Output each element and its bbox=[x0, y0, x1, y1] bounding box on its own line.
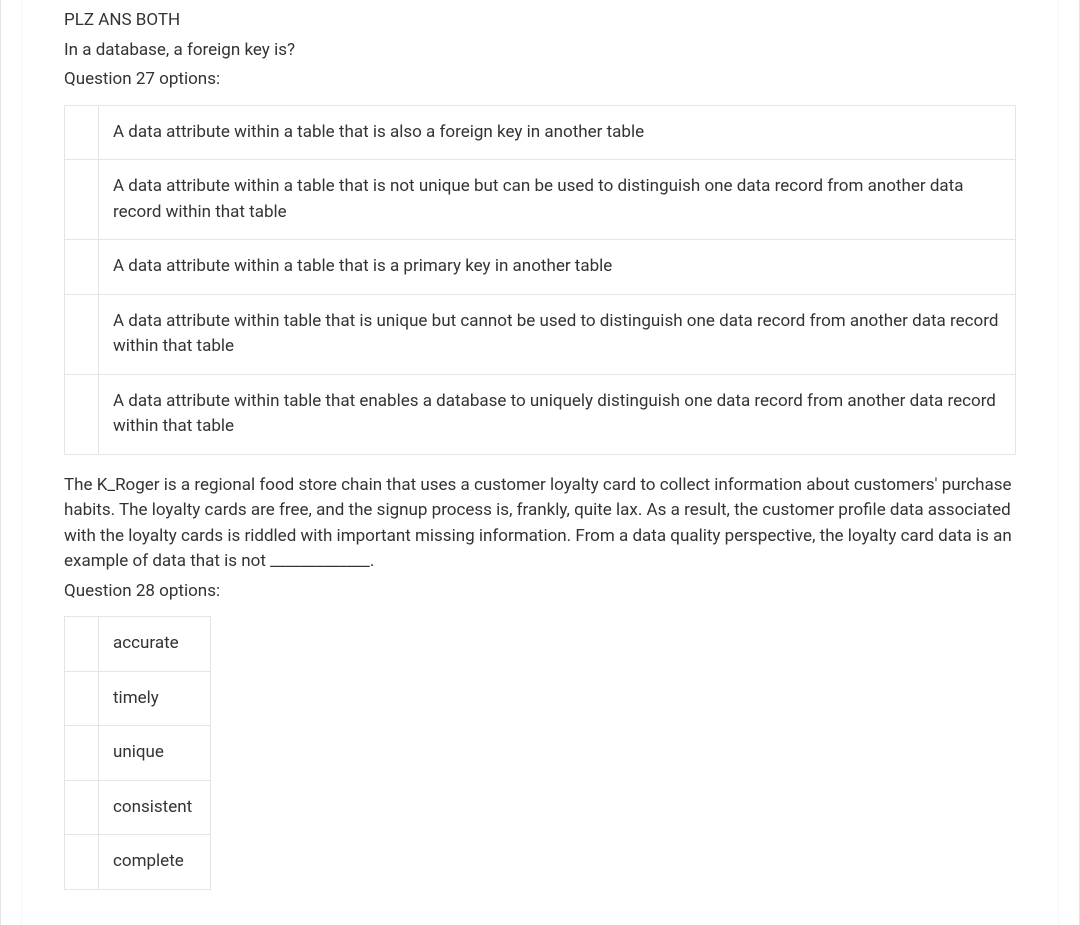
q27-option-selector[interactable] bbox=[65, 374, 99, 454]
q28-option-selector[interactable] bbox=[65, 780, 99, 835]
q27-options-label: Question 27 options: bbox=[64, 67, 1016, 93]
q27-option-text: A data attribute within a table that is … bbox=[99, 240, 1016, 295]
q28-option-text: accurate bbox=[99, 617, 211, 672]
q28-option-selector[interactable] bbox=[65, 671, 99, 726]
q27-option-row: A data attribute within table that is un… bbox=[65, 294, 1016, 374]
q27-stem: In a database, a foreign key is? bbox=[64, 38, 1016, 64]
q28-option-row: unique bbox=[65, 726, 211, 781]
q27-option-row: A data attribute within table that enabl… bbox=[65, 374, 1016, 454]
q28-option-text: unique bbox=[99, 726, 211, 781]
instruction-text: PLZ ANS BOTH bbox=[64, 8, 1016, 34]
q27-option-text: A data attribute within a table that is … bbox=[99, 160, 1016, 240]
q28-option-text: timely bbox=[99, 671, 211, 726]
q28-option-selector[interactable] bbox=[65, 726, 99, 781]
q27-option-text: A data attribute within table that is un… bbox=[99, 294, 1016, 374]
q28-option-row: consistent bbox=[65, 780, 211, 835]
q28-option-text: complete bbox=[99, 835, 211, 890]
q28-option-text: consistent bbox=[99, 780, 211, 835]
q28-option-row: accurate bbox=[65, 617, 211, 672]
q28-option-row: complete bbox=[65, 835, 211, 890]
q28-stem: The K_Roger is a regional food store cha… bbox=[64, 473, 1016, 575]
q27-option-row: A data attribute within a table that is … bbox=[65, 105, 1016, 160]
q28-options-table: accurate timely unique consistent comple… bbox=[64, 616, 211, 890]
q27-option-selector[interactable] bbox=[65, 240, 99, 295]
q28-options-label: Question 28 options: bbox=[64, 579, 1016, 605]
q28-option-selector[interactable] bbox=[65, 617, 99, 672]
page-inner: PLZ ANS BOTH In a database, a foreign ke… bbox=[21, 0, 1059, 925]
q27-option-selector[interactable] bbox=[65, 105, 99, 160]
q27-option-row: A data attribute within a table that is … bbox=[65, 160, 1016, 240]
q27-option-selector[interactable] bbox=[65, 160, 99, 240]
q27-option-text: A data attribute within a table that is … bbox=[99, 105, 1016, 160]
q28-option-row: timely bbox=[65, 671, 211, 726]
page-outer: PLZ ANS BOTH In a database, a foreign ke… bbox=[0, 0, 1080, 925]
q27-option-text: A data attribute within table that enabl… bbox=[99, 374, 1016, 454]
q28-option-selector[interactable] bbox=[65, 835, 99, 890]
q27-options-table: A data attribute within a table that is … bbox=[64, 105, 1016, 455]
q27-option-selector[interactable] bbox=[65, 294, 99, 374]
q27-option-row: A data attribute within a table that is … bbox=[65, 240, 1016, 295]
